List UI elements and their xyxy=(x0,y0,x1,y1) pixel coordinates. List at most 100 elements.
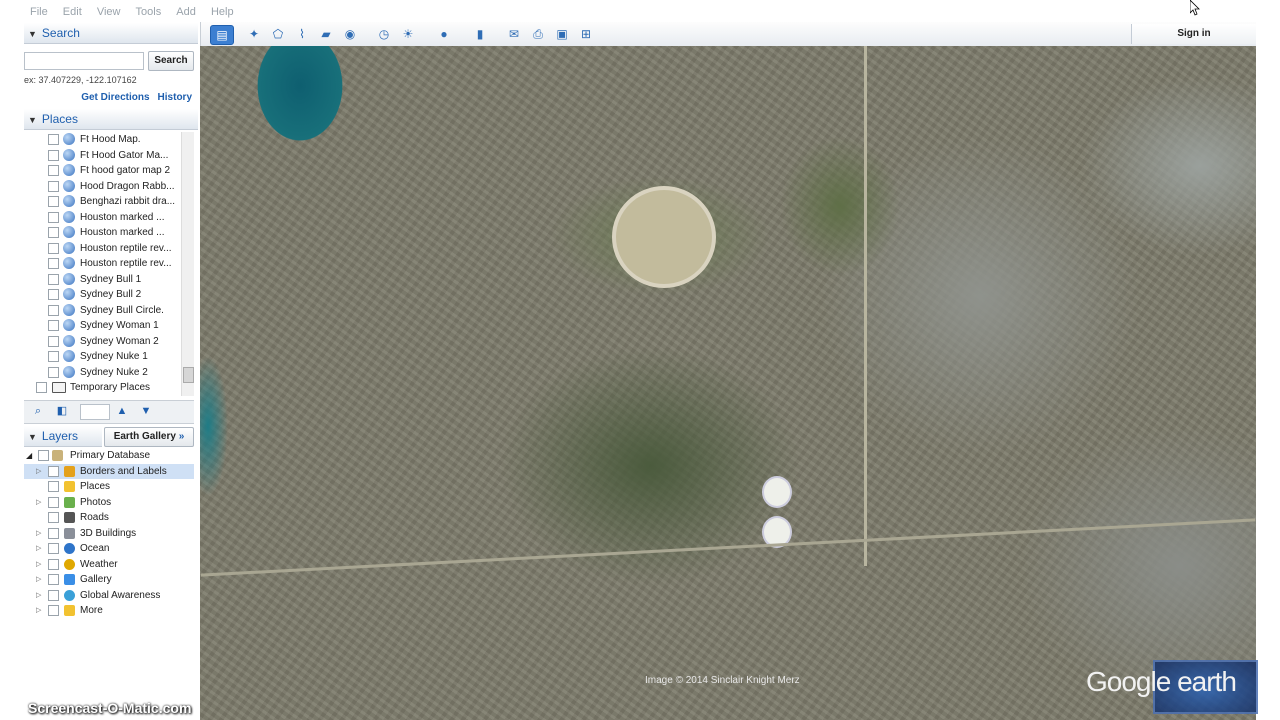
checkbox[interactable] xyxy=(48,149,59,161)
add-polygon-button[interactable]: ⬠ xyxy=(268,25,288,43)
add-image-overlay-button[interactable]: ▰ xyxy=(316,25,336,43)
checkbox[interactable] xyxy=(48,335,59,347)
list-item[interactable]: Ft Hood Gator Ma... xyxy=(24,148,182,164)
search-panel-header[interactable]: ▼ Search xyxy=(24,23,198,44)
expand-arrow-icon: ▷ xyxy=(36,560,42,568)
search-icon[interactable]: ⌕ xyxy=(30,404,46,418)
checkbox[interactable] xyxy=(48,273,59,285)
checkbox[interactable] xyxy=(48,165,59,176)
globe-icon xyxy=(63,288,75,300)
list-item[interactable]: Houston marked ... xyxy=(24,210,182,226)
checkbox[interactable] xyxy=(48,351,59,362)
email-button[interactable]: ✉ xyxy=(504,25,524,43)
view-in-maps-button[interactable]: ⊞ xyxy=(576,25,596,43)
layer-item[interactable]: ▷ Ocean xyxy=(24,541,194,557)
list-item[interactable]: Sydney Woman 1 xyxy=(24,318,182,334)
toolbar: ▤ ✦ ⬠ ⌇ ▰ ◉ ◷ ☀ ● ▮ ✉ ⎙ ▣ ⊞ Sign in xyxy=(200,22,1256,47)
checkbox[interactable] xyxy=(48,512,59,523)
record-tour-button[interactable]: ◉ xyxy=(340,25,360,43)
ocean-icon xyxy=(64,543,75,554)
historical-imagery-button[interactable]: ◷ xyxy=(374,25,394,43)
checkbox[interactable] xyxy=(48,605,59,616)
menu-file[interactable]: File xyxy=(24,4,54,20)
checkbox[interactable] xyxy=(48,211,59,223)
get-directions-link[interactable]: Get Directions xyxy=(81,92,149,103)
checkbox[interactable] xyxy=(48,134,59,145)
earth-gallery-button[interactable]: Earth Gallery » xyxy=(104,427,194,447)
print-button[interactable]: ⎙ xyxy=(528,25,548,43)
layer-item-primary-database[interactable]: ◢ Primary Database xyxy=(24,448,194,464)
checkbox[interactable] xyxy=(48,465,59,477)
list-item[interactable]: Ft Hood Map. xyxy=(24,132,182,148)
checkbox[interactable] xyxy=(48,196,59,207)
checkbox[interactable] xyxy=(48,527,59,539)
planets-button[interactable]: ● xyxy=(434,25,454,43)
list-item[interactable]: Houston reptile rev... xyxy=(24,256,182,272)
list-item[interactable]: Sydney Bull 2 xyxy=(24,287,182,303)
list-item-label: Ft Hood Map. xyxy=(80,134,141,145)
list-item[interactable]: Houston reptile rev... xyxy=(24,241,182,257)
checkbox[interactable] xyxy=(48,227,59,238)
list-item[interactable]: Sydney Bull Circle. xyxy=(24,303,182,319)
split-view-icon[interactable]: ◧ xyxy=(54,404,70,418)
list-item[interactable]: Sydney Nuke 1 xyxy=(24,349,182,365)
scrollbar-thumb[interactable] xyxy=(183,367,194,383)
sign-in-button[interactable]: Sign in xyxy=(1131,24,1256,44)
add-placemark-button[interactable]: ✦ xyxy=(244,25,264,43)
layer-item[interactable]: ▷ 3D Buildings xyxy=(24,526,194,542)
menu-tools[interactable]: Tools xyxy=(130,4,168,20)
list-item[interactable]: Sydney Woman 2 xyxy=(24,334,182,350)
places-scrollbar[interactable] xyxy=(181,132,194,396)
temporary-places-item[interactable]: Temporary Places xyxy=(24,380,182,396)
road xyxy=(864,46,867,566)
checkbox[interactable] xyxy=(48,543,59,554)
layer-item[interactable]: ▷ Gallery xyxy=(24,572,194,588)
search-button[interactable]: Search xyxy=(148,51,194,71)
add-path-button[interactable]: ⌇ xyxy=(292,25,312,43)
menu-add[interactable]: Add xyxy=(170,4,202,20)
places-filter-box[interactable] xyxy=(80,404,110,420)
checkbox[interactable] xyxy=(36,382,47,393)
search-input[interactable] xyxy=(24,52,144,70)
list-item[interactable]: Hood Dragon Rabb... xyxy=(24,179,182,195)
checkbox[interactable] xyxy=(48,589,59,601)
checkbox[interactable] xyxy=(48,242,59,254)
list-item[interactable]: Houston marked ... xyxy=(24,225,182,241)
move-down-icon[interactable]: ▼ xyxy=(138,404,154,418)
checkbox[interactable] xyxy=(48,304,59,316)
layer-item[interactable]: ▷ More xyxy=(24,603,194,619)
layer-item[interactable]: ▷ Borders and Labels xyxy=(24,463,194,479)
checkbox[interactable] xyxy=(48,574,59,585)
layer-item[interactable]: Roads xyxy=(24,510,194,526)
sunlight-button[interactable]: ☀ xyxy=(398,25,418,43)
checkbox[interactable] xyxy=(48,558,59,570)
checkbox[interactable] xyxy=(48,258,59,269)
checkbox[interactable] xyxy=(48,180,59,192)
list-item[interactable]: Benghazi rabbit dra... xyxy=(24,194,182,210)
layer-item[interactable]: Places xyxy=(24,479,194,495)
places-panel-header[interactable]: ▼ Places xyxy=(24,109,198,130)
ruler-button[interactable]: ▮ xyxy=(470,25,490,43)
move-up-icon[interactable]: ▲ xyxy=(114,404,130,418)
checkbox[interactable] xyxy=(48,481,59,492)
list-item[interactable]: Sydney Bull 1 xyxy=(24,272,182,288)
checkbox[interactable] xyxy=(38,450,49,461)
layer-item[interactable]: ▷ Global Awareness xyxy=(24,588,194,604)
layer-item[interactable]: ▷ Photos xyxy=(24,495,194,511)
sidebar: ▼ Search Search ex: 37.407229, -122.10716… xyxy=(24,22,201,720)
history-link[interactable]: History xyxy=(158,92,192,103)
checkbox[interactable] xyxy=(48,289,59,300)
map-view[interactable]: N xyxy=(200,46,1256,720)
checkbox[interactable] xyxy=(48,320,59,331)
sidebar-toggle-button[interactable]: ▤ xyxy=(210,25,234,45)
list-item[interactable]: Sydney Nuke 2 xyxy=(24,365,182,381)
checkbox[interactable] xyxy=(48,496,59,508)
menu-view[interactable]: View xyxy=(91,4,127,20)
layers-panel-header[interactable]: ▼ Layers xyxy=(24,426,102,447)
list-item[interactable]: Ft hood gator map 2 xyxy=(24,163,182,179)
save-image-button[interactable]: ▣ xyxy=(552,25,572,43)
checkbox[interactable] xyxy=(48,366,59,378)
layer-item[interactable]: ▷ Weather xyxy=(24,557,194,573)
menu-edit[interactable]: Edit xyxy=(57,4,88,20)
menu-help[interactable]: Help xyxy=(205,4,240,20)
